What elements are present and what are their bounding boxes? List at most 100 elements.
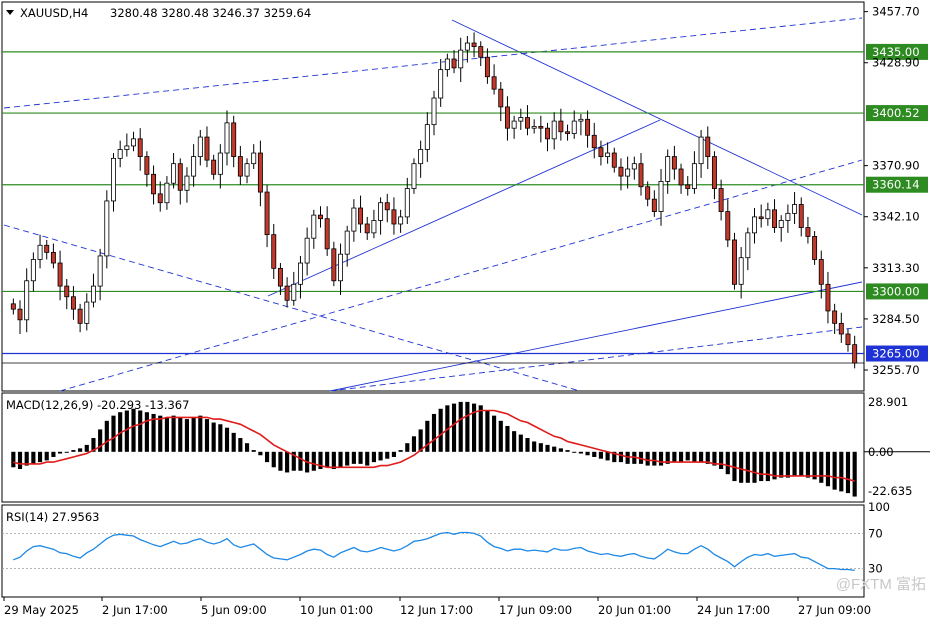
candle-body [311, 214, 317, 239]
macd-bar [11, 451, 16, 468]
candle-body [798, 204, 804, 228]
candle-body [451, 58, 457, 69]
candle-body [738, 257, 744, 285]
candle-body [491, 76, 497, 90]
candle-body [504, 106, 510, 129]
x-tick-label: 20 Jun 01:00 [598, 603, 671, 617]
macd-bar [752, 451, 757, 483]
candle-body [745, 232, 751, 259]
macd-label: MACD(12,26,9) -20.293 -13.367 [6, 398, 189, 412]
y-tick-label: 3370.90 [872, 159, 920, 173]
macd-bar [37, 451, 43, 463]
macd-bar [792, 451, 797, 476]
macd-bar [852, 451, 857, 497]
macd-bar [278, 451, 283, 471]
level-tag-label: 3265.00 [872, 347, 920, 361]
candle-body [30, 259, 36, 282]
macd-bar [545, 444, 550, 452]
candle-body [725, 211, 731, 241]
candle-body [852, 344, 858, 364]
macd-tick-label: 28.901 [868, 395, 908, 409]
macd-bar [358, 451, 363, 464]
macd-bar [672, 451, 677, 463]
macd-tick-label: -22.635 [868, 484, 912, 498]
candle-body [565, 131, 571, 134]
candle-body [131, 138, 136, 147]
macd-bar [231, 432, 236, 452]
macd-bar [78, 448, 83, 452]
candle-body [625, 168, 631, 177]
macd-bar [552, 446, 557, 452]
candle-body [97, 255, 103, 287]
x-tick-label: 10 Jun 01:00 [300, 603, 373, 617]
macd-bar [759, 451, 764, 482]
watermark: @FXTM 富拓 [835, 576, 926, 593]
candle-body [391, 209, 397, 225]
macd-bar [265, 451, 270, 463]
candle-body [578, 118, 584, 122]
candle-body [525, 117, 530, 129]
candle-body [50, 251, 56, 264]
macd-bar [438, 408, 443, 452]
candle-body [70, 296, 76, 310]
candle-body [605, 152, 611, 157]
macd-bar [138, 410, 143, 452]
macd-bar [198, 415, 203, 452]
candle-body [244, 163, 250, 177]
candle-body [705, 136, 711, 157]
candle-body [137, 138, 143, 157]
candle-body [778, 220, 784, 228]
candle-body [418, 149, 424, 165]
candle-body [838, 322, 844, 335]
macd-bar [51, 451, 56, 457]
candle-body [411, 163, 417, 189]
macd-bar [124, 410, 129, 452]
price-chart[interactable]: 3435.003400.523360.143300.003265.00 3457… [0, 0, 936, 624]
macd-bar [525, 438, 530, 452]
macd-bar [699, 451, 704, 463]
level-tag-label: 3400.52 [872, 106, 920, 120]
candle-body [111, 157, 116, 202]
candle-body [752, 216, 757, 234]
candle-body [378, 202, 384, 221]
x-tick-label: 5 Jun 09:00 [201, 603, 267, 617]
candle-body [44, 244, 50, 253]
candle-body [271, 234, 277, 269]
candle-body [211, 159, 217, 175]
y-tick-label: 3313.30 [872, 261, 920, 275]
macd-bar [605, 451, 610, 461]
candle-body [478, 46, 484, 58]
macd-bar [538, 443, 543, 452]
candle-body [812, 236, 818, 260]
macd-bar [558, 448, 563, 452]
macd-bar [311, 451, 316, 471]
candle-body [384, 202, 390, 211]
macd-bar [371, 451, 376, 463]
macd-bar [719, 451, 724, 470]
x-tick-label: 12 Jun 17:00 [400, 603, 473, 617]
macd-bar [331, 451, 336, 470]
candle-body [164, 182, 170, 204]
macd-bar [825, 451, 831, 487]
macd-bar [64, 451, 69, 453]
candle-body [224, 122, 230, 154]
x-tick-label: 2 Jun 17:00 [102, 603, 168, 617]
candle-body [284, 285, 290, 301]
candle-body [651, 198, 657, 212]
macd-bar [338, 451, 343, 468]
candle-body [431, 97, 437, 126]
macd-bar [692, 451, 697, 463]
candle-body [251, 152, 257, 165]
macd-bar [385, 451, 390, 459]
macd-bar [144, 412, 149, 452]
macd-bar [111, 415, 116, 452]
candle-body [678, 168, 684, 186]
candle-body [184, 175, 190, 191]
macd-bar [498, 420, 503, 452]
candle-body [17, 308, 23, 321]
candle-body [591, 134, 597, 149]
macd-bar [505, 425, 510, 452]
candle-body [124, 145, 130, 150]
candle-body [631, 163, 637, 170]
symbol-label: XAUUSD,H4 [20, 6, 88, 20]
